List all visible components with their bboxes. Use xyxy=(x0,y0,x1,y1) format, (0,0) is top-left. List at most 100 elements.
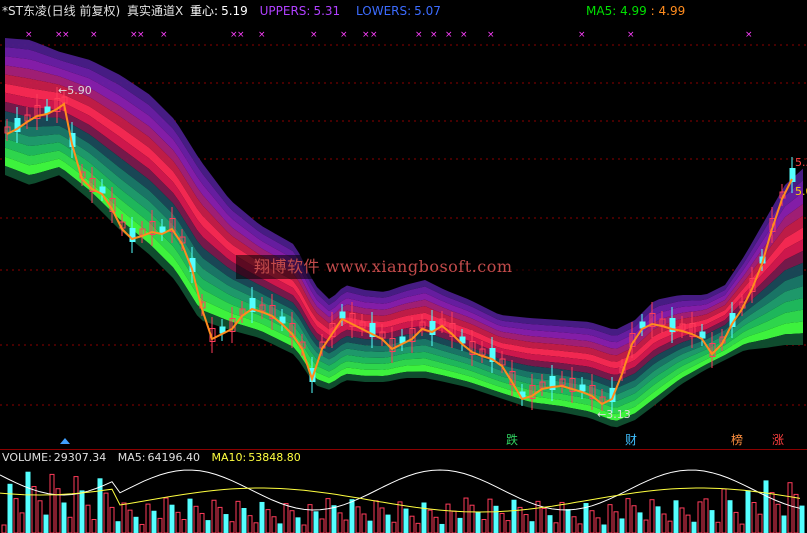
volume-bar xyxy=(157,517,163,533)
volume-bar xyxy=(361,513,367,533)
volume-bar xyxy=(331,505,337,533)
marker-x: × xyxy=(370,30,378,40)
marker-x: × xyxy=(258,30,266,40)
volume-bar xyxy=(355,506,361,533)
volume-bar xyxy=(43,514,49,533)
volume-bar xyxy=(763,480,769,533)
volume-bar xyxy=(223,514,229,533)
signal-cai: 财 xyxy=(625,433,638,447)
center-label: 重心: xyxy=(190,4,219,18)
volume-bar xyxy=(169,504,175,533)
volume-bar xyxy=(745,490,751,533)
volume-bar xyxy=(691,521,697,533)
volume-bar xyxy=(409,515,415,533)
candle-body xyxy=(699,331,706,339)
stock-title: *ST东凌(日线 前复权) xyxy=(2,4,121,18)
volume-bar xyxy=(205,520,211,533)
volume-bar xyxy=(199,512,205,533)
watermark: 翔博软件 www.xiangbosoft.com xyxy=(236,255,554,279)
volume-bar xyxy=(349,499,355,533)
ma5-value-1: 4.99 xyxy=(620,4,647,18)
volume-bar xyxy=(505,520,511,533)
volume-header: VOLUME: 29307.34 MA5: 64196.40 MA10: 53848.… xyxy=(2,451,303,465)
ma5-header: MA5: 4.99 : 4.99 xyxy=(586,3,685,19)
volume-bar xyxy=(79,490,85,533)
volume-bar xyxy=(613,511,619,533)
volume-bar xyxy=(703,498,709,533)
volume-bar xyxy=(397,501,403,533)
ma5-label: MA5: xyxy=(586,4,617,18)
volume-bar xyxy=(775,503,781,533)
volume-bar xyxy=(163,497,169,533)
price-low-marker: ← xyxy=(597,408,607,421)
marker-x: × xyxy=(25,30,33,40)
volume-bar xyxy=(697,501,703,533)
volume-bar xyxy=(487,498,493,533)
volume-bar xyxy=(517,506,523,533)
volume-bar xyxy=(193,505,199,533)
price-chart[interactable]: × × × × × × × × × × × × × × × × × × × × × × xyxy=(0,0,807,450)
volume-bar xyxy=(1,524,7,533)
volume-bar xyxy=(271,516,277,533)
volume-bar xyxy=(121,502,127,533)
volume-bar xyxy=(643,519,649,533)
marker-x: × xyxy=(62,30,70,40)
volume-bar xyxy=(709,510,715,533)
volume-bar xyxy=(541,508,547,533)
volume-bar xyxy=(799,505,805,533)
volume-bar xyxy=(421,502,427,533)
volume-bar xyxy=(241,508,247,533)
volume-bar xyxy=(253,522,259,533)
volume-bar xyxy=(133,516,139,533)
chart-header: *ST东凌(日线 前复权) 真实通道X 重心: 5.19 UPPERS: 5.31 … xyxy=(2,3,444,19)
candle-body xyxy=(99,186,106,194)
volume-bar xyxy=(151,510,157,533)
vol-ma5-label: MA5: xyxy=(117,451,146,464)
volume-bar xyxy=(25,471,31,533)
volume-bar xyxy=(439,523,445,533)
volume-bar xyxy=(727,500,733,533)
volume-bar xyxy=(259,501,265,533)
volume-bar xyxy=(673,500,679,533)
price-high-label: ←5.90 xyxy=(58,85,92,97)
volume-bar xyxy=(733,511,739,533)
marker-x: × xyxy=(578,30,586,40)
marker-x: × xyxy=(415,30,423,40)
volume-bar xyxy=(103,492,109,533)
volume-bar xyxy=(115,521,121,533)
volume-value: 29307.34 xyxy=(53,451,107,464)
signal-die: 跌 xyxy=(506,433,519,447)
volume-bar xyxy=(391,521,397,533)
volume-bar xyxy=(463,497,469,533)
volume-bar xyxy=(739,523,745,533)
volume-bar xyxy=(547,515,553,533)
volume-bar xyxy=(247,515,253,533)
candle-body xyxy=(579,384,586,392)
marker-x: × xyxy=(137,30,145,40)
volume-bar xyxy=(7,483,13,533)
volume-bar xyxy=(469,504,475,533)
volume-bar xyxy=(61,502,67,533)
marker-x: × xyxy=(90,30,98,40)
volume-bar xyxy=(307,504,313,533)
volume-bar xyxy=(481,519,487,533)
volume-bar xyxy=(559,501,565,533)
volume-bar xyxy=(313,511,319,533)
volume-bar xyxy=(67,516,73,533)
volume-bar xyxy=(715,521,721,533)
volume-bar xyxy=(85,504,91,533)
marker-x: × xyxy=(460,30,468,40)
volume-bar xyxy=(403,508,409,533)
marker-x: × xyxy=(160,30,168,40)
volume-bar xyxy=(73,476,79,533)
lowers-label: LOWERS: xyxy=(356,4,412,18)
volume-label: VOLUME: xyxy=(2,451,52,464)
volume-bar xyxy=(19,512,25,533)
volume-bar xyxy=(457,517,463,533)
volume-bar xyxy=(277,523,283,533)
volume-bar xyxy=(367,520,373,533)
volume-bar xyxy=(757,513,763,533)
volume-bar xyxy=(301,524,307,533)
volume-bar xyxy=(589,510,595,533)
volume-bar xyxy=(565,509,571,533)
